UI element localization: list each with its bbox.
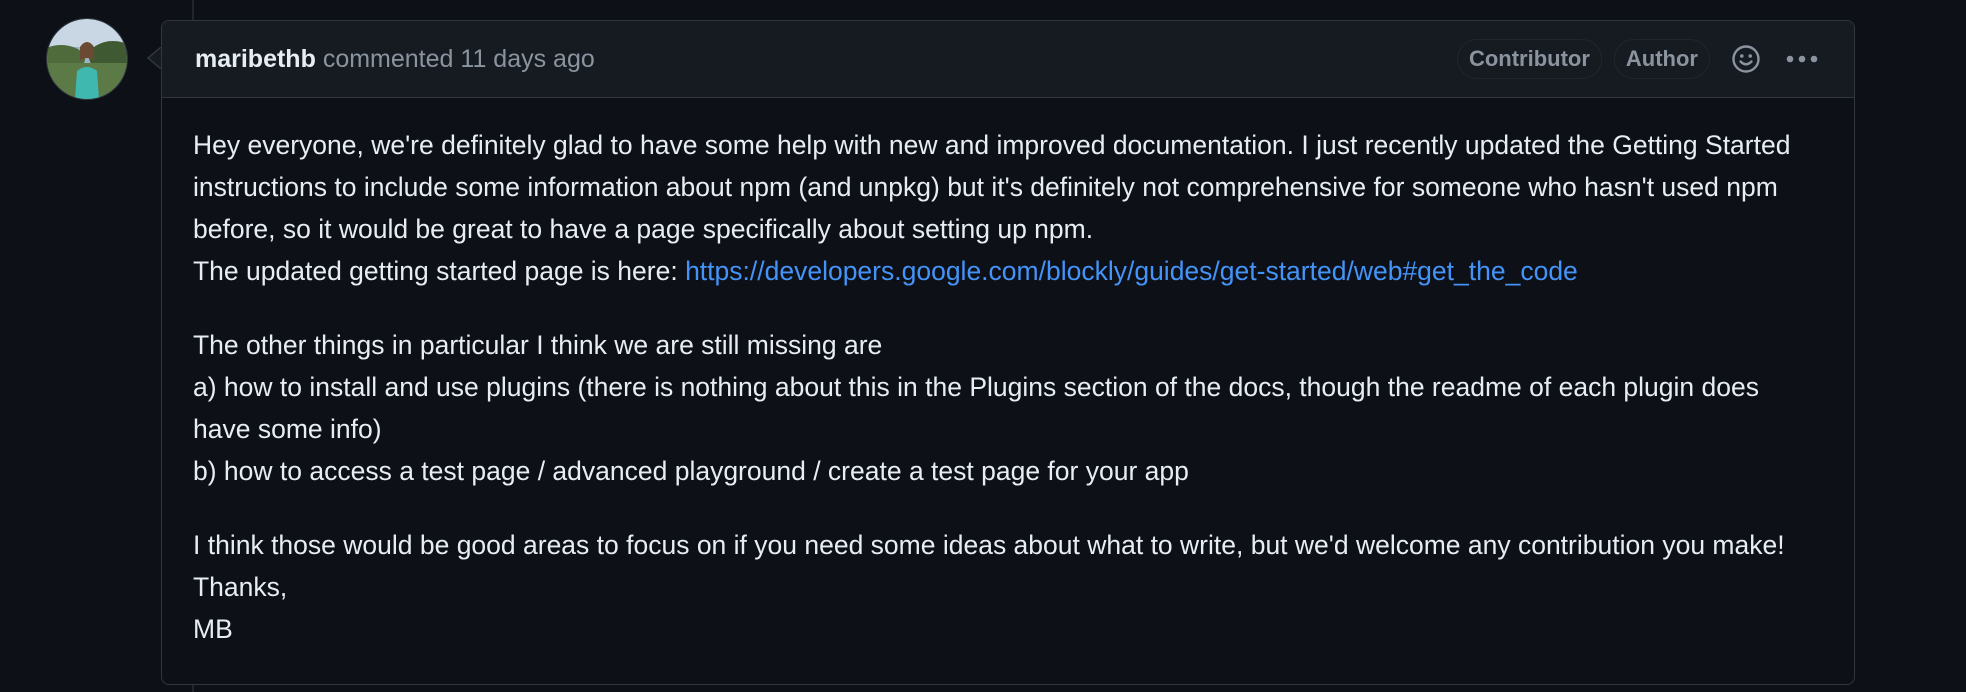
- author-link[interactable]: maribethb: [195, 45, 316, 73]
- comment-header: maribethb commented 11 days ago Contribu…: [162, 21, 1854, 98]
- comment-caret: [147, 47, 161, 69]
- getting-started-link[interactable]: https://developers.google.com/blockly/gu…: [685, 256, 1578, 286]
- comment-text: Hey everyone, we're definitely glad to h…: [193, 130, 1791, 244]
- comment-text: b) how to access a test page / advanced …: [193, 456, 1189, 486]
- comment-paragraph: The other things in particular I think w…: [193, 324, 1822, 492]
- avatar-image: [47, 19, 127, 99]
- smiley-icon: [1732, 45, 1760, 73]
- comment-text: The other things in particular I think w…: [193, 330, 883, 360]
- avatar[interactable]: [46, 18, 128, 100]
- add-reaction-button[interactable]: [1726, 39, 1766, 79]
- more-options-button[interactable]: [1782, 39, 1822, 79]
- comment-text: The updated getting started page is here…: [193, 256, 686, 286]
- comment-body: Hey everyone, we're definitely glad to h…: [162, 98, 1854, 650]
- kebab-horizontal-icon: [1786, 55, 1818, 63]
- comment-action: commented: [322, 44, 454, 73]
- contributor-badge: Contributor: [1456, 39, 1602, 79]
- comment-paragraph: Hey everyone, we're definitely glad to h…: [193, 124, 1822, 292]
- comment-text: I think those would be good areas to foc…: [193, 530, 1785, 602]
- comment-paragraph: I think those would be good areas to foc…: [193, 524, 1822, 650]
- author-badge: Author: [1613, 39, 1710, 79]
- comment-timestamp[interactable]: 11 days ago: [460, 45, 594, 73]
- comment-meta: maribethb commented 11 days ago: [195, 45, 595, 74]
- comment-box: maribethb commented 11 days ago Contribu…: [161, 20, 1855, 685]
- comment-text: a) how to install and use plugins (there…: [193, 372, 1759, 444]
- header-actions: Contributor Author: [1445, 39, 1822, 79]
- comment-signature: MB: [193, 614, 233, 644]
